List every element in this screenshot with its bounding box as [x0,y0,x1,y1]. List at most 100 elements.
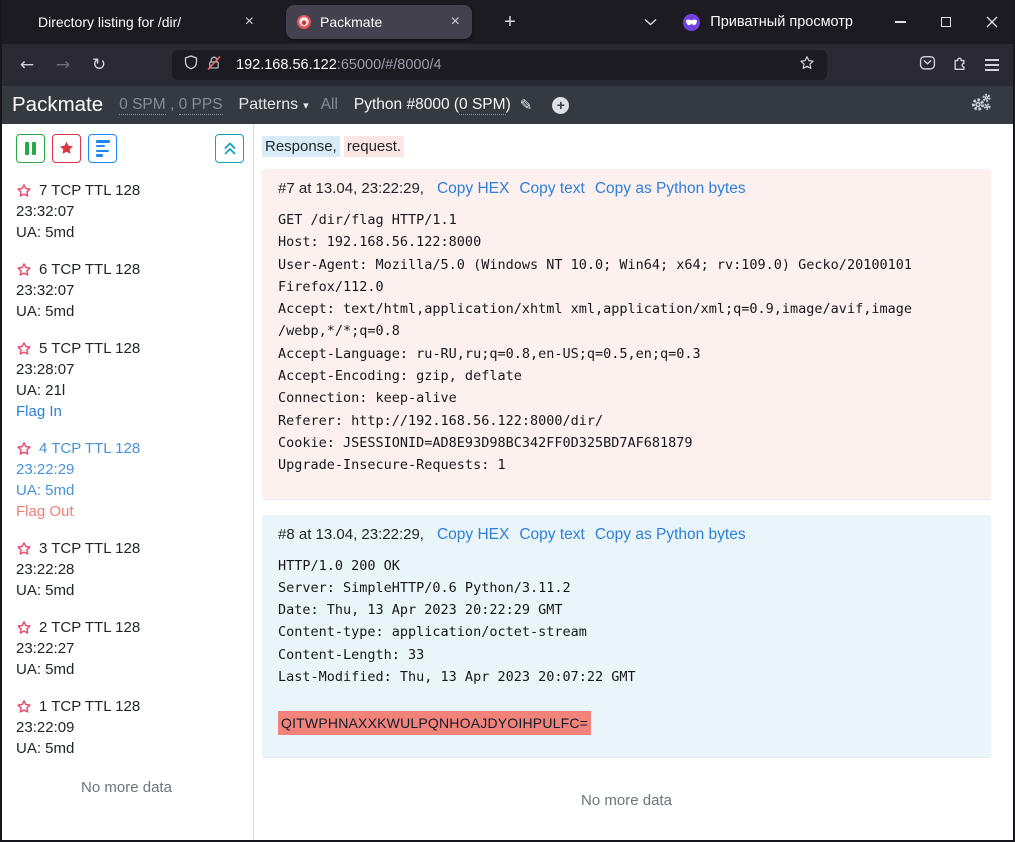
copy-link[interactable]: Copy as Python bytes [595,526,746,544]
browser-toolbar: ← → ↻ 192.168.56.122:65000/#/8000/4 [0,44,1015,86]
extensions-puzzle-icon[interactable] [952,54,969,76]
list-view-button[interactable] [88,134,117,163]
packmate-navbar: Packmate 0 SPM , 0 PPS Patterns▾ All Pyt… [0,86,1015,124]
maximize-button[interactable] [923,0,969,44]
bookmark-star-icon[interactable] [799,55,815,76]
packmate-favicon-icon [296,14,312,30]
main-no-more-data: No more data [262,773,991,839]
collapse-button[interactable] [215,134,244,163]
stream-flag-link[interactable]: Flag In [16,401,253,422]
stream-user-agent: UA: 5md [16,738,253,759]
stream-user-agent: UA: 5md [16,301,253,322]
sidebar-toolbar [16,134,253,163]
stream-title: 3 TCP TTL 128 [39,538,140,559]
stream-time: 23:28:07 [16,359,253,380]
copy-links: Copy HEX Copy text Copy as Python bytes [437,180,746,198]
packet-block: #7 at 13.04, 23:22:29, Copy HEX Copy text… [262,169,991,500]
copy-link[interactable]: Copy text [519,526,584,544]
packet-block: #8 at 13.04, 23:22:29, Copy HEX Copy text… [262,515,991,758]
settings-gears-icon[interactable] [969,93,993,117]
copy-link[interactable]: Copy HEX [437,526,509,544]
reload-button[interactable]: ↻ [84,50,114,80]
stream-detail-pane: Response, request. #7 at 13.04, 23:22:29… [254,124,1015,842]
insecure-lock-icon[interactable] [206,55,222,76]
stream-time: 23:32:07 [16,280,253,301]
favorite-star-icon[interactable] [16,441,32,457]
legend-request: request. [344,136,404,157]
tab-title: Directory listing for /dir/ [38,14,243,30]
url-bar[interactable]: 192.168.56.122:65000/#/8000/4 [172,50,827,80]
tab-title: Packmate [320,14,441,30]
url-text[interactable]: 192.168.56.122:65000/#/8000/4 [236,57,442,73]
copy-link[interactable]: Copy text [519,180,584,198]
back-button[interactable]: ← [12,50,42,80]
favorite-star-icon[interactable] [16,541,32,557]
stream-title: 4 TCP TTL 128 [39,438,140,459]
tab-bar: Directory listing for /dir/ × Packmate ×… [0,0,1015,44]
all-services-link[interactable]: All [321,96,338,114]
stream-user-agent: UA: 5md [16,222,253,243]
stream-list-item[interactable]: 2 TCP TTL 128 23:22:27 UA: 5md [16,617,253,680]
copy-links: Copy HEX Copy text Copy as Python bytes [437,526,746,544]
service-tab[interactable]: Python #8000 (0 SPM) [354,96,511,114]
patterns-dropdown[interactable]: Patterns▾ [239,96,309,114]
copy-link[interactable]: Copy HEX [437,180,509,198]
favorite-star-icon[interactable] [16,341,32,357]
stream-user-agent: UA: 5md [16,659,253,680]
favorite-star-icon[interactable] [16,183,32,199]
stream-time: 23:22:29 [16,459,253,480]
stream-user-agent: UA: 5md [16,480,253,501]
stream-list-item[interactable]: 1 TCP TTL 128 23:22:09 UA: 5md [16,696,253,759]
flag-match-highlight: QITWPHNAXXKWULPQNHOAJDYOIHPULFC= [278,711,591,735]
packet-id: #7 at 13.04, 23:22:29, [278,180,424,197]
stream-title: 1 TCP TTL 128 [39,696,140,717]
stream-flag-link[interactable]: Flag Out [16,501,253,522]
maximize-icon [941,17,951,27]
menu-hamburger-icon[interactable] [985,59,999,70]
list-all-tabs-chevron-icon[interactable] [636,18,664,26]
pause-capture-button[interactable] [16,134,45,163]
close-tab-icon[interactable]: × [449,14,462,30]
stream-list-item[interactable]: 7 TCP TTL 128 23:32:07 UA: 5md [16,180,253,243]
stream-title: 2 TCP TTL 128 [39,617,140,638]
sidebar-no-more-data: No more data [16,779,237,796]
favorite-star-icon[interactable] [16,620,32,636]
new-tab-button[interactable]: + [496,8,524,36]
stream-list-item[interactable]: 5 TCP TTL 128 23:28:07 UA: 21l Flag In [16,338,253,422]
copy-link[interactable]: Copy as Python bytes [595,180,746,198]
stream-list-item[interactable]: 3 TCP TTL 128 23:22:28 UA: 5md [16,538,253,601]
stream-time: 23:22:28 [16,559,253,580]
stream-list-item[interactable]: 6 TCP TTL 128 23:32:07 UA: 5md [16,259,253,322]
close-icon [986,16,998,28]
app-brand[interactable]: Packmate [12,93,103,117]
star-icon [58,140,75,157]
private-mask-icon [683,14,700,31]
stream-list-item[interactable]: 4 TCP TTL 128 23:22:29 UA: 5md Flag Out [16,438,253,522]
edit-service-pencil-icon[interactable]: ✎ [520,96,533,114]
stream-title: 7 TCP TTL 128 [39,180,140,201]
favorite-star-icon[interactable] [16,262,32,278]
legend-response: Response, [262,136,340,157]
pause-icon [25,142,36,155]
packet-payload: HTTP/1.0 200 OKServer: SimpleHTTP/0.6 Py… [278,555,975,735]
stream-time: 23:32:07 [16,201,253,222]
tab-packmate[interactable]: Packmate × [286,5,472,39]
close-tab-icon[interactable]: × [243,14,256,30]
add-service-button[interactable]: + [552,97,569,114]
favorites-filter-button[interactable] [52,134,81,163]
stream-user-agent: UA: 21l [16,380,253,401]
packet-payload: GET /dir/flag HTTP/1.1Host: 192.168.56.1… [278,209,975,477]
browser-window: Directory listing for /dir/ × Packmate ×… [0,0,1015,842]
pocket-icon[interactable] [919,54,936,76]
close-window-button[interactable] [969,0,1015,44]
tab-directory-listing[interactable]: Directory listing for /dir/ × [28,5,268,39]
stream-time: 23:22:09 [16,717,253,738]
packet-id: #8 at 13.04, 23:22:29, [278,526,424,543]
forward-button[interactable]: → [48,50,78,80]
favorite-star-icon[interactable] [16,699,32,715]
angles-up-icon [223,141,237,156]
stream-title: 6 TCP TTL 128 [39,259,140,280]
minimize-button[interactable] [877,0,923,44]
caret-down-icon: ▾ [303,99,309,112]
shield-icon[interactable] [184,55,198,75]
